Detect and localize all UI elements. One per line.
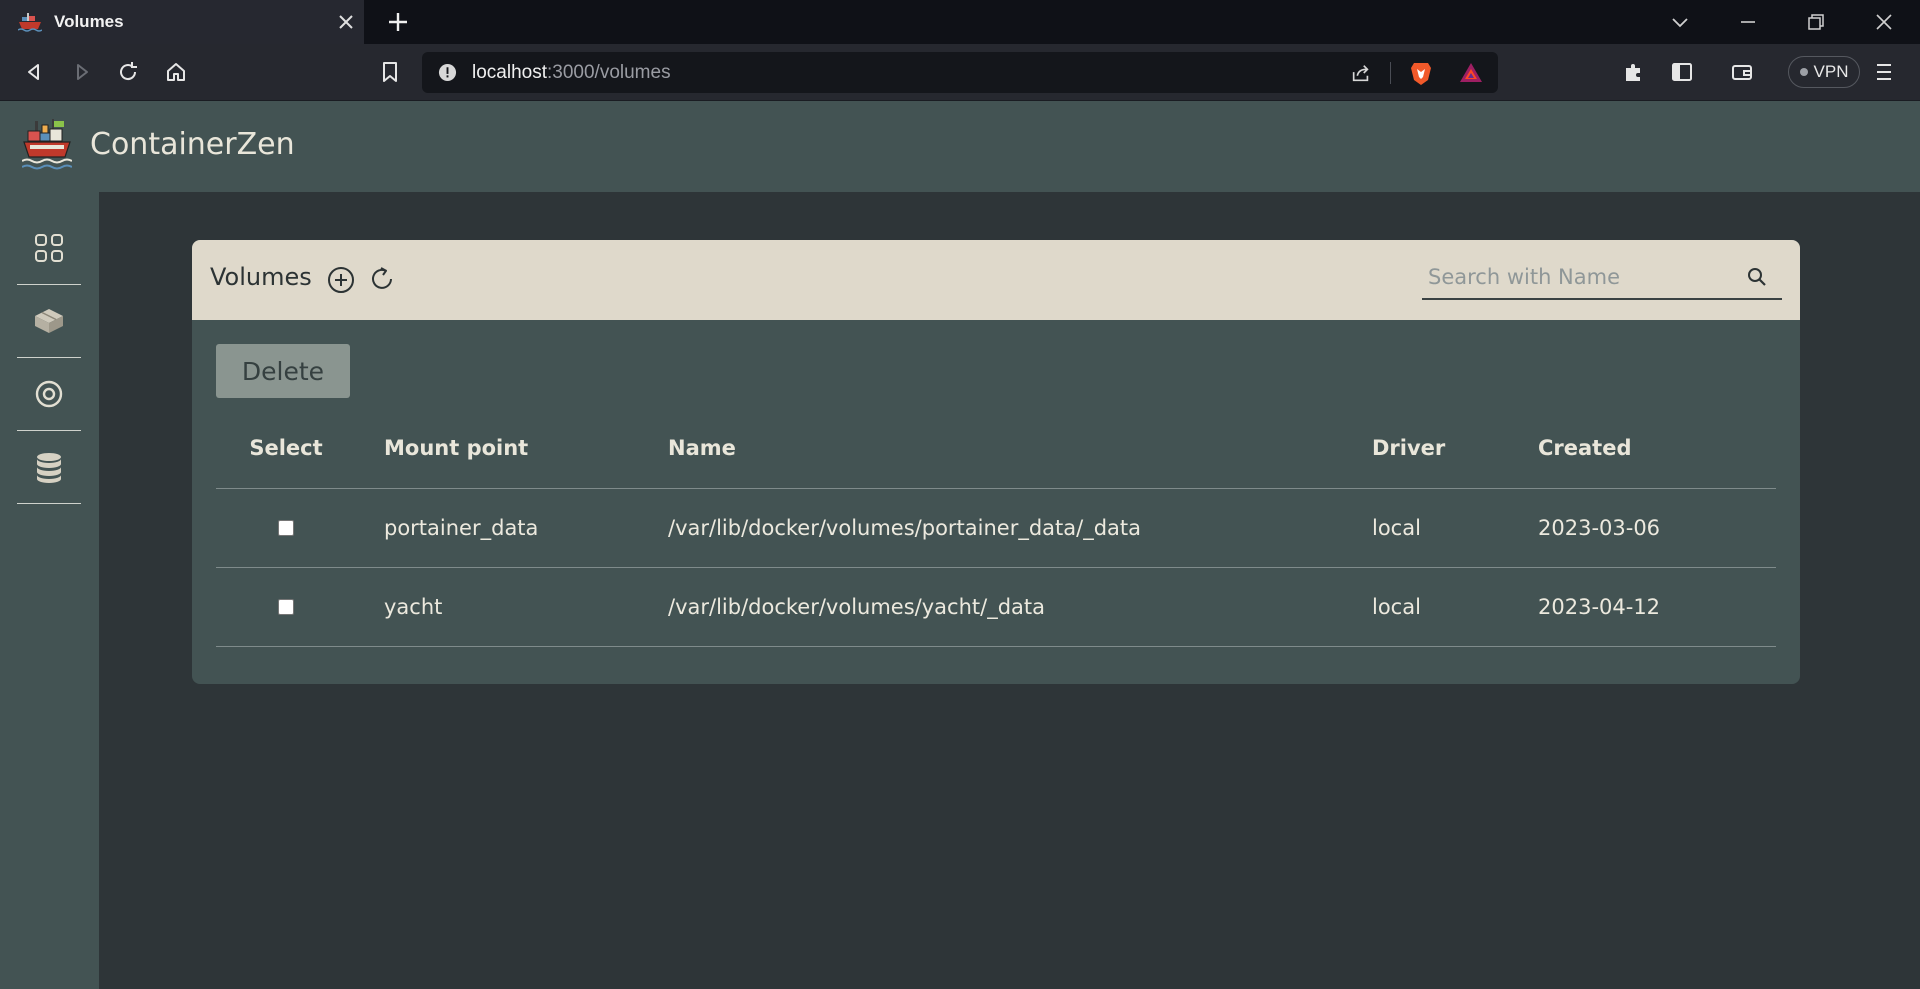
minimize-window-icon[interactable] [1736, 10, 1760, 34]
volumes-card-header: Volumes [192, 240, 1800, 320]
sidebar-item-images[interactable] [17, 285, 81, 358]
menu-hamburger-icon[interactable] [1872, 60, 1896, 84]
table-header-row: Select Mount point Name Driver Created [216, 408, 1776, 489]
column-header-mount-point[interactable]: Mount point [384, 408, 528, 488]
browser-toolbar: localhost:3000/volumes VPN [0, 44, 1920, 101]
select-cell [216, 568, 356, 646]
browser-tab-bar: Volumes [0, 0, 1920, 44]
url-separator [1390, 62, 1391, 84]
table-row: yacht /var/lib/docker/volumes/yacht/_dat… [216, 568, 1776, 647]
url-text: localhost:3000/volumes [472, 62, 671, 83]
vpn-label: VPN [1813, 62, 1849, 81]
search-input[interactable] [1428, 262, 1738, 292]
tab-list-chevron-icon[interactable] [1668, 10, 1692, 34]
restore-window-icon[interactable] [1804, 10, 1828, 34]
back-icon[interactable] [22, 60, 46, 84]
row-select-checkbox[interactable] [278, 599, 294, 615]
new-tab-icon[interactable] [386, 10, 410, 34]
bookmark-icon[interactable] [378, 60, 402, 84]
volumes-table: Select Mount point Name Driver Created p… [216, 408, 1776, 647]
select-cell [216, 489, 356, 567]
column-header-created[interactable]: Created [1538, 408, 1632, 488]
close-tab-icon[interactable] [336, 12, 356, 32]
containerzen-ship-logo-icon [22, 119, 72, 170]
mount-point-cell: yacht [384, 595, 443, 619]
home-icon[interactable] [164, 60, 188, 84]
images-box-icon [35, 309, 63, 333]
site-info-icon[interactable] [438, 63, 457, 82]
networks-target-icon [35, 380, 63, 408]
share-icon[interactable] [1350, 62, 1372, 84]
created-cell: 2023-04-12 [1538, 595, 1661, 619]
dashboard-grid-icon [35, 234, 63, 262]
tab-title: Volumes [54, 12, 124, 31]
sidebar-item-networks[interactable] [17, 358, 81, 431]
sidebar [0, 192, 99, 989]
delete-button[interactable]: Delete [216, 344, 350, 398]
wallet-icon[interactable] [1730, 60, 1754, 84]
volumes-title: Volumes [210, 263, 312, 291]
column-header-name[interactable]: Name [668, 408, 736, 488]
created-cell: 2023-03-06 [1538, 516, 1661, 540]
app-header: ContainerZen [0, 101, 1920, 192]
column-header-driver[interactable]: Driver [1372, 408, 1445, 488]
ship-favicon-icon [18, 13, 42, 32]
volumes-database-icon [37, 453, 61, 483]
column-header-select: Select [249, 436, 323, 460]
add-volume-icon[interactable] [327, 266, 355, 294]
reload-icon[interactable] [116, 60, 140, 84]
brave-rewards-icon[interactable] [1458, 60, 1484, 86]
row-select-checkbox[interactable] [278, 520, 294, 536]
sidebar-item-volumes[interactable] [17, 431, 81, 504]
driver-cell: local [1372, 516, 1421, 540]
vpn-status-dot [1799, 68, 1808, 76]
search-icon[interactable] [1746, 266, 1768, 288]
address-bar[interactable]: localhost:3000/volumes [422, 52, 1498, 93]
driver-cell: local [1372, 595, 1421, 619]
app-title: ContainerZen [90, 127, 295, 162]
brave-shields-icon[interactable] [1408, 60, 1434, 86]
name-cell: /var/lib/docker/volumes/yacht/_data [668, 595, 1045, 619]
mount-point-cell: portainer_data [384, 516, 539, 540]
vpn-button[interactable]: VPN [1788, 56, 1860, 88]
extensions-puzzle-icon[interactable] [1622, 60, 1646, 84]
sidebar-item-dashboard[interactable] [17, 212, 81, 285]
forward-icon[interactable] [70, 60, 94, 84]
refresh-icon[interactable] [369, 265, 397, 293]
browser-tab-volumes[interactable]: Volumes [0, 0, 364, 44]
search-box [1422, 256, 1782, 300]
volumes-card: Volumes Delete Select Mount point Name D… [192, 240, 1800, 684]
table-row: portainer_data /var/lib/docker/volumes/p… [216, 489, 1776, 568]
close-window-icon[interactable] [1872, 10, 1896, 34]
name-cell: /var/lib/docker/volumes/portainer_data/_… [668, 516, 1142, 540]
sidebar-toggle-icon[interactable] [1670, 60, 1694, 84]
